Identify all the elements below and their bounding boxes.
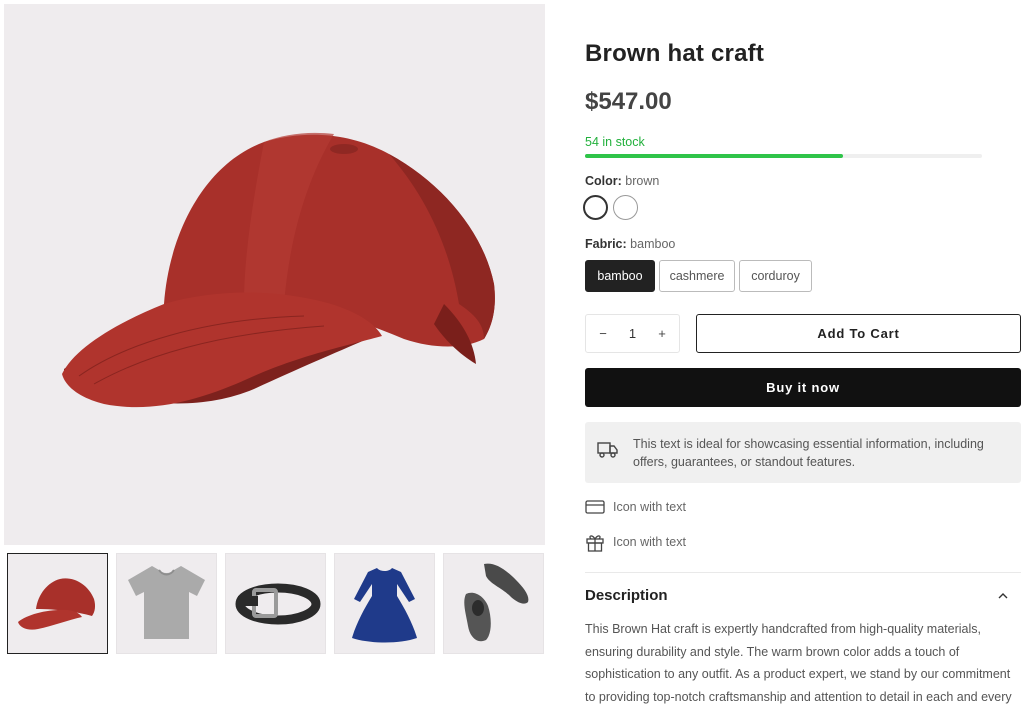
notice-text: This text is ideal for showcasing essent…: [633, 437, 984, 469]
thumbnail-blue-dress[interactable]: [334, 553, 435, 654]
chevron-up-icon[interactable]: [995, 588, 1011, 604]
quantity-stepper: − 1 +: [585, 314, 680, 353]
stock-progress-fill: [585, 154, 844, 158]
feature-text: Icon with text: [613, 535, 686, 549]
fabric-label-key: Fabric:: [585, 237, 627, 251]
thumbnail-grey-tshirt[interactable]: [116, 553, 217, 654]
feature-item: Icon with text: [585, 531, 686, 553]
thumbnail-strip: [7, 553, 544, 654]
color-swatch-white[interactable]: [613, 195, 638, 220]
quantity-decrease-button[interactable]: −: [596, 326, 610, 341]
blue-dress-thumb-image: [352, 568, 417, 643]
thumbnail-red-cap[interactable]: [7, 553, 108, 654]
color-selected-value: brown: [625, 174, 660, 188]
black-belt-thumb-image: [235, 583, 321, 625]
buy-it-now-button[interactable]: Buy it now: [585, 368, 1021, 407]
feature-text: Icon with text: [613, 500, 686, 514]
product-info-panel: Brown hat craft $547.00 54 in stock Colo…: [583, 0, 1021, 711]
truck-icon: [597, 442, 618, 458]
product-price: $547.00: [585, 88, 672, 115]
thumbnail-black-belt[interactable]: [225, 553, 326, 654]
info-notice: This text is ideal for showcasing essent…: [585, 422, 1021, 483]
quantity-value[interactable]: 1: [629, 326, 636, 341]
product-title: Brown hat craft: [585, 40, 765, 67]
red-cap-image: [62, 132, 495, 408]
quantity-increase-button[interactable]: +: [655, 326, 669, 341]
grey-tshirt-thumb-image: [128, 566, 205, 639]
red-cap-thumb-image: [18, 578, 96, 630]
fabric-option-bamboo[interactable]: bamboo: [585, 260, 655, 292]
fabric-option-label: Fabric: bamboo: [585, 237, 675, 251]
description-heading[interactable]: Description: [585, 587, 668, 604]
color-label-key: Color:: [585, 174, 622, 188]
stock-progress-bar: [585, 154, 982, 158]
fabric-option-corduroy[interactable]: corduroy: [739, 260, 812, 292]
thumbnail-grey-shoes[interactable]: [443, 553, 544, 654]
feature-item: Icon with text: [585, 496, 686, 518]
main-product-image[interactable]: [4, 4, 545, 545]
fabric-selected-value: bamboo: [630, 237, 676, 251]
section-divider: [585, 572, 1021, 573]
stock-status: 54 in stock: [585, 135, 645, 149]
gift-icon: [585, 532, 605, 552]
fabric-option-cashmere[interactable]: cashmere: [659, 260, 735, 292]
grey-shoes-thumb-image: [464, 563, 529, 642]
description-text: This Brown Hat craft is expertly handcra…: [585, 622, 1012, 704]
color-swatch-brown[interactable]: [583, 195, 608, 220]
credit-card-icon: [585, 497, 605, 517]
color-option-label: Color: brown: [585, 174, 659, 188]
add-to-cart-button[interactable]: Add To Cart: [696, 314, 1021, 353]
